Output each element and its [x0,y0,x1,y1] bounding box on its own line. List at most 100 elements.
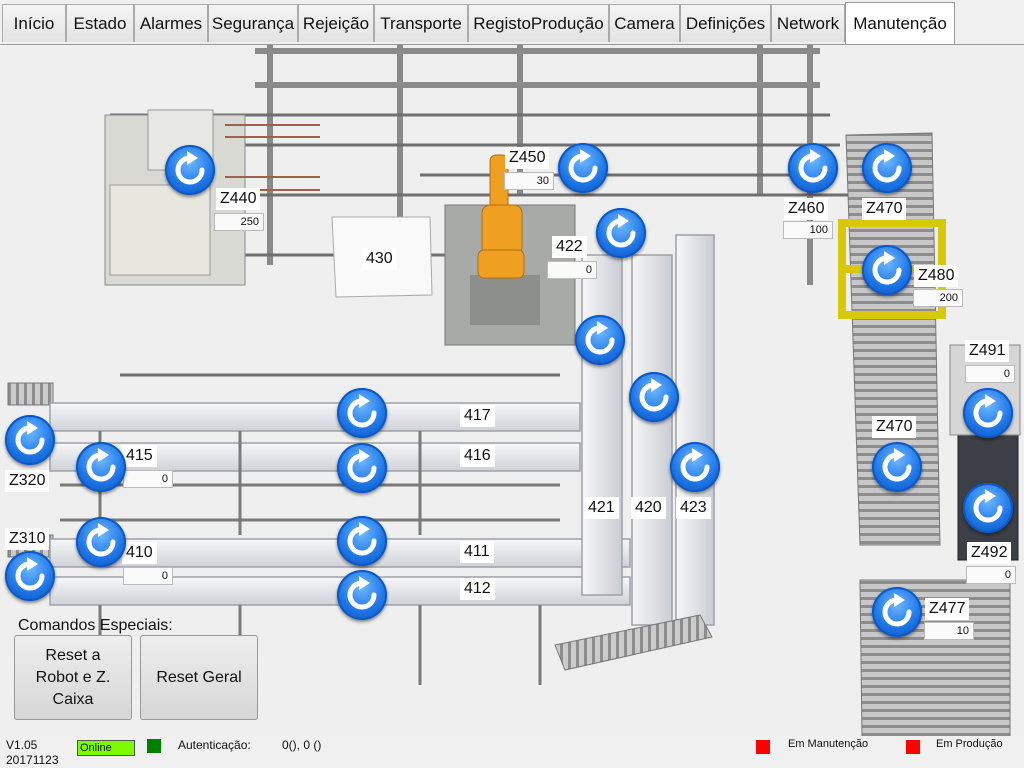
conveyor-label-410: 410 [122,542,157,564]
zone-value-z477: 10 [924,622,974,640]
reset-416-button[interactable] [337,443,387,493]
refresh-icon [872,149,902,183]
tab-alarmes[interactable]: Alarmes [134,4,208,42]
reset-415-button[interactable] [76,442,126,492]
tab-definicoes[interactable]: Definições [680,4,771,42]
tab-inicio[interactable]: Início [2,4,66,42]
special-commands-title: Comandos Especiais: [18,617,173,634]
reset-z450-button[interactable] [558,143,608,193]
zone-label-z450: Z450 [505,147,550,169]
build-text: 20171123 [6,753,59,767]
production-label: Em Produção [936,738,1003,750]
conveyor-label-420: 420 [631,497,666,519]
refresh-icon [175,151,205,185]
zone-value-z480: 200 [913,289,963,307]
tab-bar: Início Estado Alarmes Segurança Rejeição… [0,0,1024,44]
refresh-icon [639,378,669,412]
production-indicator [906,740,920,754]
zone-value-z450: 30 [504,172,554,190]
tab-manutencao[interactable]: Manutenção [845,2,955,44]
refresh-icon [798,149,828,183]
tab-rejeicao[interactable]: Rejeição [298,4,374,42]
refresh-icon [15,421,45,455]
zone-label-z460: Z460 [784,198,829,220]
tab-registoproducao[interactable]: RegistoProdução [468,4,609,42]
reset-z460-button[interactable] [788,143,838,193]
conveyor-value-410: 0 [123,567,173,585]
zone-label-z477: Z477 [925,598,970,620]
conveyor-value-422: 0 [547,261,597,279]
refresh-icon [15,557,45,591]
zone-value-z492: 0 [966,566,1016,584]
reset-423-button[interactable] [670,442,720,492]
reset-z440-button[interactable] [165,145,215,195]
zone-label-z320: Z320 [5,470,50,492]
refresh-icon [347,394,377,428]
zone-label-z491: Z491 [965,340,1010,362]
conveyor-label-421: 421 [584,497,619,519]
refresh-icon [347,522,377,556]
auth-value: 0(), 0 () [282,738,322,752]
reset-412-button[interactable] [337,570,387,620]
refresh-icon [680,448,710,482]
conveyor-label-430: 430 [362,248,397,270]
zone-label-z480: Z480 [914,265,959,287]
reset-z470-top-button[interactable] [862,143,912,193]
reset-421-button[interactable] [575,315,625,365]
conveyor-label-411: 411 [460,541,494,563]
status-bar: V1.05 20171123 Online Autenticação: 0(),… [0,736,1024,768]
zone-label-z470-mid: Z470 [872,416,917,438]
refresh-icon [347,576,377,610]
refresh-icon [973,394,1003,428]
refresh-icon [347,449,377,483]
reset-417-button[interactable] [337,388,387,438]
online-indicator: Online [77,740,135,756]
refresh-icon [973,489,1003,523]
refresh-icon [86,523,116,557]
zone-value-z491: 0 [965,365,1015,383]
refresh-icon [882,593,912,627]
reset-z470-mid-button[interactable] [872,442,922,492]
maintenance-label: Em Manutenção [788,738,869,750]
zone-label-z440: Z440 [216,188,261,210]
refresh-icon [86,448,116,482]
reset-410-button[interactable] [76,517,126,567]
zone-label-z470-top: Z470 [862,198,907,220]
reset-z492-button[interactable] [963,483,1013,533]
reset-z310-button[interactable] [5,551,55,601]
refresh-icon [606,214,636,248]
version-text: V1.05 [6,738,38,752]
conveyor-label-416: 416 [460,445,495,467]
reset-411-button[interactable] [337,516,387,566]
auth-label: Autenticação: [178,738,251,752]
refresh-icon [872,251,902,285]
maintenance-indicator [756,740,770,754]
conveyor-value-415: 0 [123,470,173,488]
reset-420-button[interactable] [629,372,679,422]
reset-z480-button[interactable] [862,245,912,295]
reset-robot-caixa-button[interactable]: Reset a Robot e Z. Caixa [14,635,132,720]
reset-geral-button[interactable]: Reset Geral [140,635,258,720]
reset-422-button[interactable] [596,208,646,258]
conveyor-label-423: 423 [676,497,711,519]
tab-network[interactable]: Network [771,4,845,42]
zone-value-z460: 100 [783,221,833,239]
plant-layout-view: Z440 250 Z450 30 Z460 100 Z470 Z480 200 … [0,44,1024,737]
conveyor-label-417: 417 [460,405,495,427]
tab-camera[interactable]: Camera [609,4,680,42]
refresh-icon [585,321,615,355]
zone-label-z310: Z310 [5,528,50,550]
refresh-icon [568,149,598,183]
conveyor-label-415: 415 [122,445,157,467]
reset-z477-button[interactable] [872,587,922,637]
conveyor-label-412: 412 [460,578,495,600]
tab-seguranca[interactable]: Segurança [208,4,298,42]
reset-z491-button[interactable] [963,388,1013,438]
tab-estado[interactable]: Estado [66,4,134,42]
zone-value-z440: 250 [214,213,264,231]
zone-label-z492: Z492 [967,542,1012,564]
auth-status-indicator [147,739,161,753]
reset-z320-button[interactable] [5,415,55,465]
tab-transporte[interactable]: Transporte [374,4,468,42]
refresh-icon [882,448,912,482]
